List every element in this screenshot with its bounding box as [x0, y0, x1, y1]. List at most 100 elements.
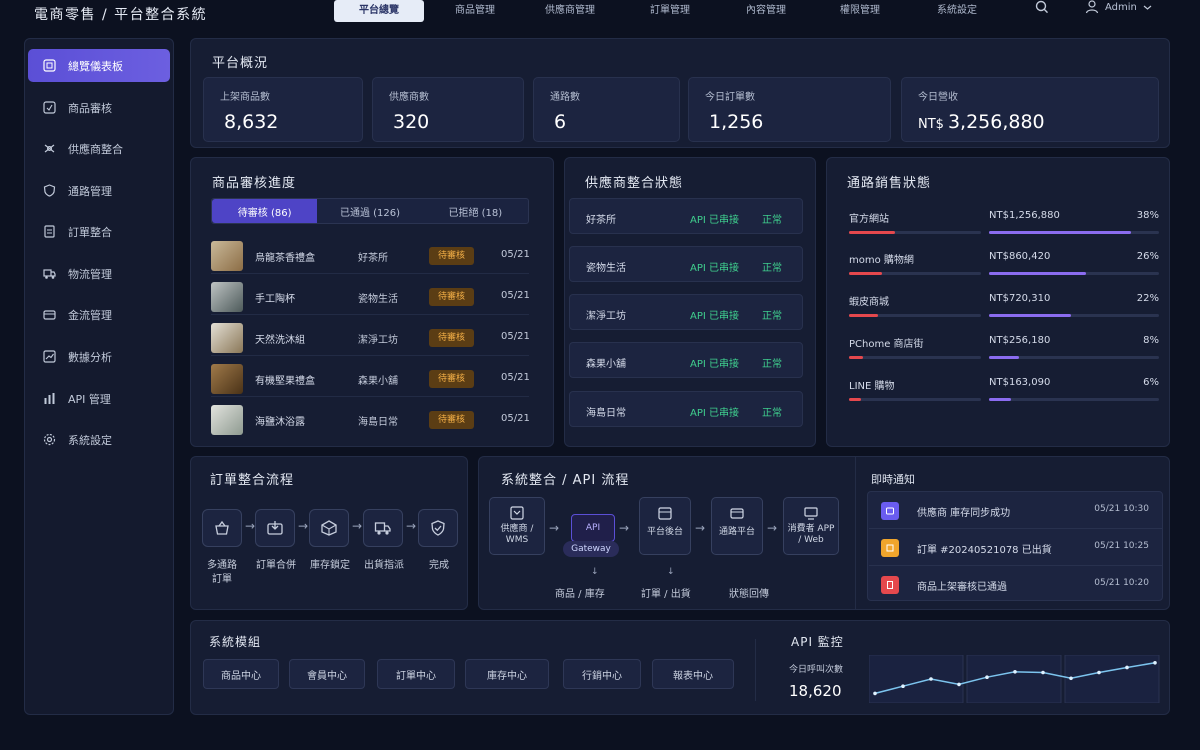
sidebar-item-payments[interactable]: 金流管理 — [28, 298, 170, 331]
flow-label: 完成 — [429, 560, 449, 571]
channel-row[interactable]: 蝦皮商城 NT$720,310 22% — [849, 293, 1159, 333]
table-row[interactable]: 有機堅果禮盒 森果小舖 待審核 05/21 — [211, 361, 530, 397]
review-icon — [43, 101, 56, 114]
sidebar-item-suppliers[interactable]: 供應商整合 — [28, 132, 170, 165]
shield-icon — [43, 184, 56, 197]
notification-item[interactable]: 訂單 #20240521078 已出貨 05/21 10:25 — [869, 530, 1163, 566]
order-flow-panel: 訂單整合流程 → → → → 多通路 訂單 訂單合併 庫存鎖定 出貨指派 完成 — [190, 456, 468, 610]
module-product-center[interactable]: 商品中心 — [203, 659, 279, 689]
sidebar-item-analytics[interactable]: 數據分析 — [28, 340, 170, 373]
flow-step-inventory[interactable] — [309, 509, 349, 547]
sidebar-item-review[interactable]: 商品審核 — [28, 91, 170, 124]
module-marketing-center[interactable]: 行銷中心 — [563, 659, 641, 689]
sidebar-item-orders[interactable]: 訂單整合 — [28, 215, 170, 248]
modules-panel: 系統模組 商品中心 會員中心 訂單中心 庫存中心 行銷中心 報表中心 API 監… — [190, 620, 1170, 715]
notifications-title: 即時通知 — [871, 473, 915, 486]
basket-icon — [215, 520, 229, 535]
arrow-icon: → — [298, 519, 309, 533]
nav-tab-products[interactable]: 商品管理 — [424, 0, 526, 22]
table-row[interactable]: 手工陶杯 瓷物生活 待審核 05/21 — [211, 279, 530, 315]
api-flow-panel: 系統整合 / API 流程 供應商 / WMS → API Gateway → … — [478, 456, 1170, 610]
tab-pending[interactable]: 待審核 (86) — [212, 199, 318, 223]
flow-step-merge[interactable] — [255, 509, 295, 547]
user-menu[interactable]: Admin — [1085, 0, 1152, 14]
status-badge: 待審核 — [429, 370, 474, 388]
module-report-center[interactable]: 報表中心 — [652, 659, 734, 689]
stat-card-suppliers: 供應商數 320 — [372, 77, 524, 142]
flow-step-dispatch[interactable] — [363, 509, 403, 547]
channel-row[interactable]: momo 購物網 NT$860,420 26% — [849, 251, 1159, 291]
channel-volume-bar — [849, 272, 981, 275]
channel-share-bar — [989, 231, 1159, 234]
nav-tab-orders[interactable]: 訂單管理 — [614, 0, 726, 22]
node-platform-backend[interactable]: 平台後台 — [639, 497, 691, 555]
arrow-down-icon: ↓ — [591, 567, 599, 577]
channel-row[interactable]: LINE 購物 NT$163,090 6% — [849, 377, 1159, 417]
arrow-down-icon: ↓ — [667, 567, 675, 577]
nav-tab-suppliers[interactable]: 供應商管理 — [526, 0, 614, 22]
sidebar-item-channels[interactable]: 通路管理 — [28, 174, 170, 207]
chart-grid-cell — [869, 655, 964, 703]
stat-card-orders: 今日訂單數 1,256 — [688, 77, 891, 142]
bar-chart-icon — [44, 393, 55, 404]
list-item[interactable]: 森果小舖 API 已串接 正常 — [569, 342, 803, 378]
user-icon — [1085, 0, 1099, 14]
channel-share-bar — [989, 356, 1159, 359]
sidebar-item-api[interactable]: API 管理 — [28, 382, 170, 415]
tab-rejected[interactable]: 已拒絕 (18) — [423, 199, 528, 223]
status-text: 正常 — [762, 215, 782, 226]
list-item[interactable]: 瓷物生活 API 已串接 正常 — [569, 246, 803, 282]
nav-tab-content[interactable]: 內容管理 — [726, 0, 806, 22]
table-row[interactable]: 天然洗沐組 潔淨工坊 待審核 05/21 — [211, 320, 530, 356]
tab-approved[interactable]: 已通過 (126) — [317, 199, 422, 223]
table-row[interactable]: 海鹽沐浴露 海島日常 待審核 05/21 — [211, 402, 530, 438]
list-item[interactable]: 好茶所 API 已串接 正常 — [569, 198, 803, 234]
flow-step-complete[interactable] — [418, 509, 458, 547]
node-api[interactable]: API — [571, 514, 615, 542]
user-name: Admin — [1105, 1, 1137, 13]
list-item[interactable]: 潔淨工坊 API 已串接 正常 — [569, 294, 803, 330]
top-nav: 平台總覽 商品管理 供應商管理 訂單管理 內容管理 權限管理 系統設定 — [334, 0, 1000, 22]
chart-point — [985, 675, 989, 679]
nav-tab-permissions[interactable]: 權限管理 — [806, 0, 914, 22]
gear-icon — [43, 433, 56, 446]
search-icon[interactable] — [1034, 0, 1050, 16]
flow-sub-label: 訂單 / 出貨 — [641, 589, 691, 600]
node-supplier-wms[interactable]: 供應商 / WMS — [489, 497, 545, 555]
nav-tab-settings[interactable]: 系統設定 — [914, 0, 1000, 22]
flow-label: 多通路 訂單 — [207, 560, 237, 585]
arrow-icon: → — [245, 519, 256, 533]
document-icon — [44, 225, 55, 238]
node-consumer-app[interactable]: 消費者 APP / Web — [783, 497, 839, 555]
supplier-panel: 供應商整合狀態 好茶所 API 已串接 正常 瓷物生活 API 已串接 正常 潔… — [564, 157, 816, 447]
review-tabs: 待審核 (86) 已通過 (126) 已拒絕 (18) — [211, 198, 529, 224]
flow-step-multichannel[interactable] — [202, 509, 242, 547]
truck-icon — [43, 269, 56, 279]
list-item[interactable]: 海島日常 API 已串接 正常 — [569, 391, 803, 427]
nav-tab-overview[interactable]: 平台總覽 — [334, 0, 424, 22]
module-inventory-center[interactable]: 庫存中心 — [465, 659, 549, 689]
channel-row[interactable]: 官方網站 NT$1,256,880 38% — [849, 210, 1159, 250]
flow-label: 出貨指派 — [364, 560, 404, 571]
flow-label: 庫存鎖定 — [310, 560, 350, 571]
calendar-icon — [658, 507, 672, 520]
sidebar-item-settings[interactable]: 系統設定 — [28, 423, 170, 456]
chart-point — [929, 677, 933, 681]
notification-list: 供應商 庫存同步成功 05/21 10:30 訂單 #20240521078 已… — [855, 491, 1165, 603]
chart-point — [1013, 670, 1017, 674]
table-row[interactable]: 烏龍茶香禮盒 好茶所 待審核 05/21 — [211, 238, 530, 274]
channel-volume-bar — [849, 398, 981, 401]
notification-item[interactable]: 商品上架審核已通過 05/21 10:20 — [869, 567, 1163, 603]
arrow-icon: → — [695, 521, 706, 535]
module-order-center[interactable]: 訂單中心 — [377, 659, 455, 689]
channel-row[interactable]: PChome 商店街 NT$256,180 8% — [849, 335, 1159, 375]
review-panel: 商品審核進度 待審核 (86) 已通過 (126) 已拒絕 (18) 烏龍茶香禮… — [190, 157, 554, 447]
node-channel-platform[interactable]: 通路平台 — [711, 497, 763, 555]
channel-panel: 通路銷售狀態 官方網站 NT$1,256,880 38% momo 購物網 NT… — [826, 157, 1170, 447]
notification-item[interactable]: 供應商 庫存同步成功 05/21 10:30 — [869, 493, 1163, 529]
store-icon — [510, 506, 524, 520]
sidebar-item-logistics[interactable]: 物流管理 — [28, 257, 170, 290]
module-member-center[interactable]: 會員中心 — [289, 659, 365, 689]
sidebar-item-dashboard[interactable]: 總覽儀表板 — [28, 49, 170, 82]
product-thumbnail — [211, 323, 243, 353]
